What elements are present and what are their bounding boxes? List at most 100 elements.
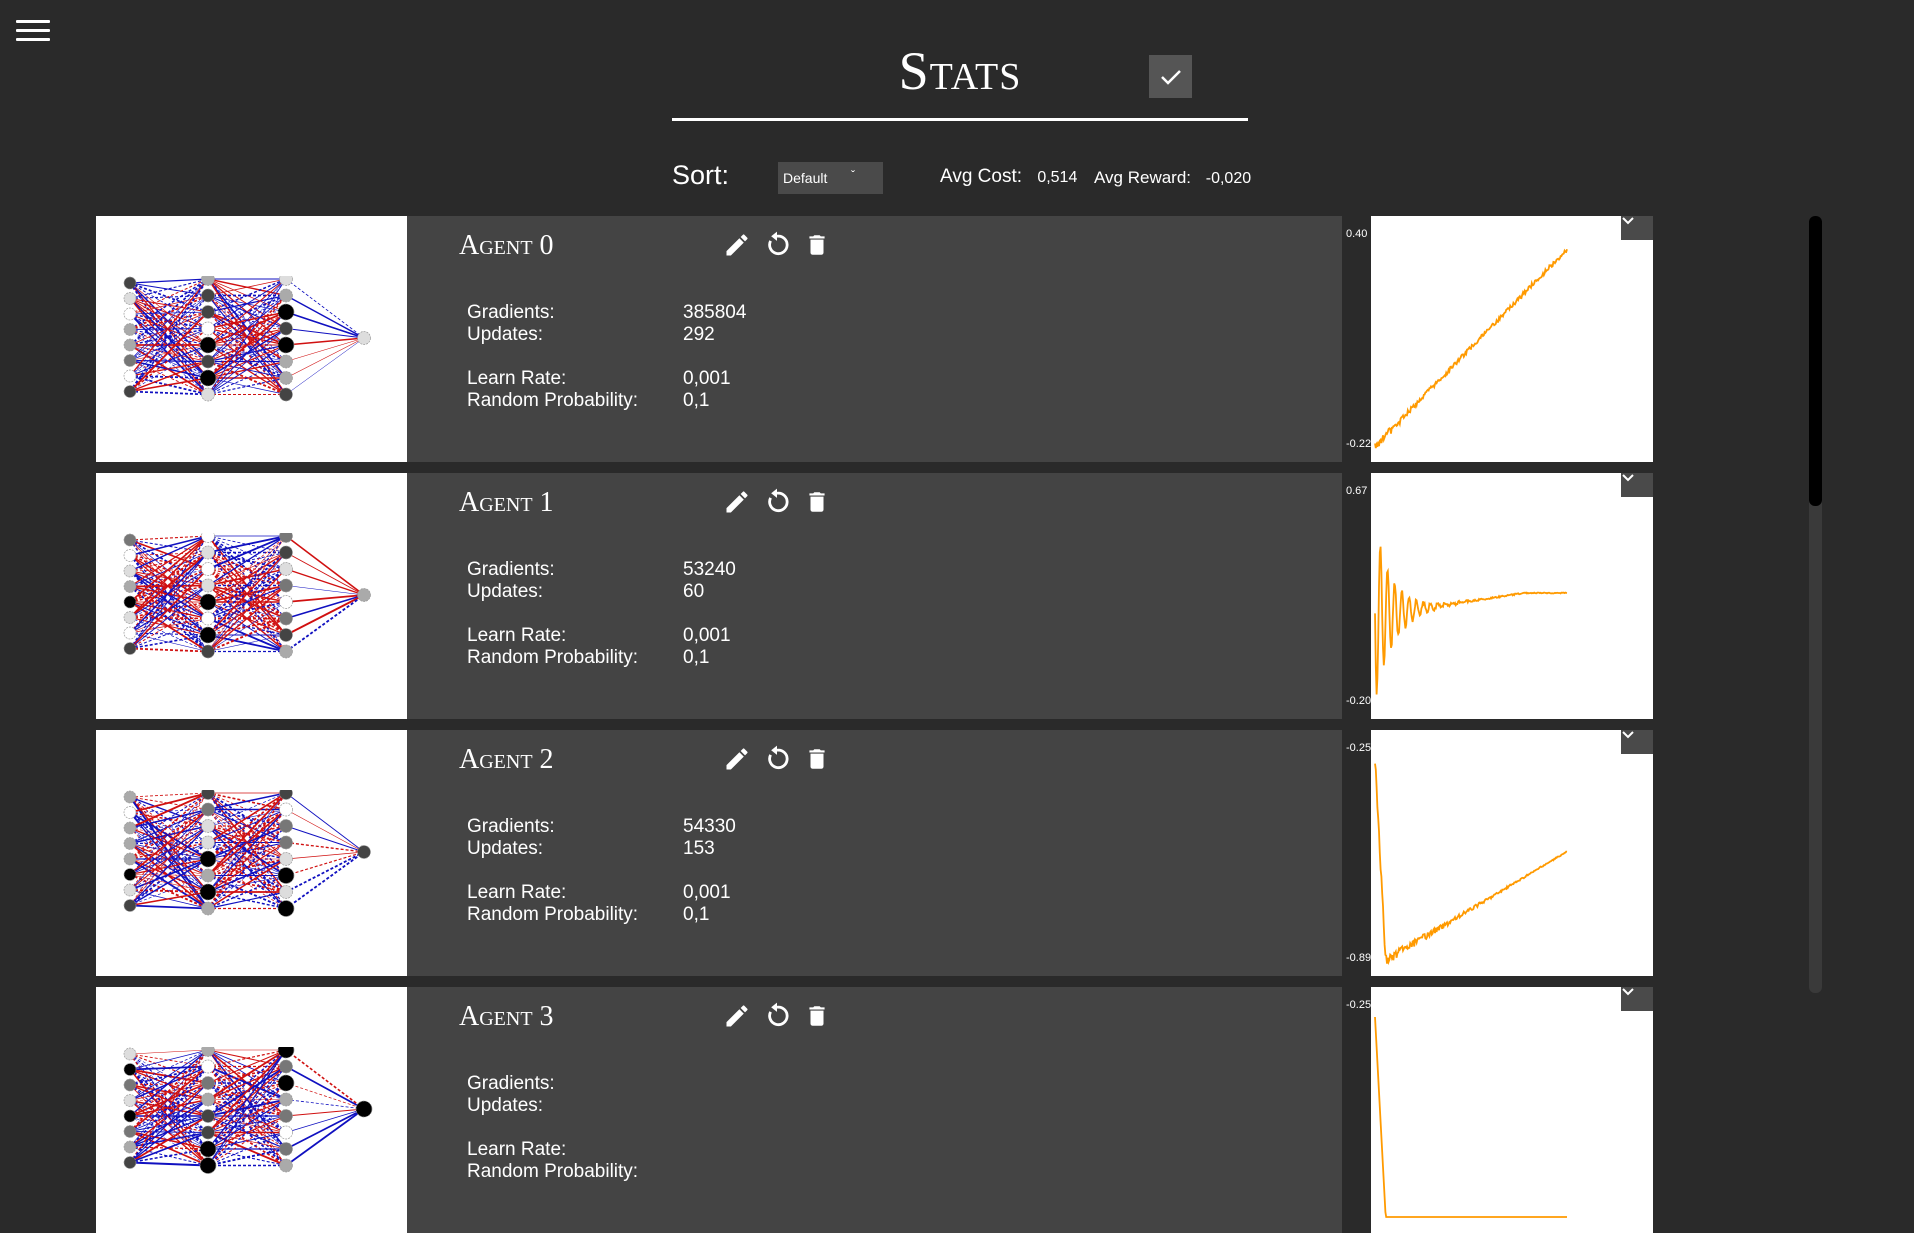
chevron-down-icon: ˇ	[851, 168, 855, 182]
network-node	[123, 369, 137, 383]
hamburger-menu-icon[interactable]	[16, 20, 50, 46]
network-node	[123, 1047, 137, 1061]
random-probability-label: Random Probability:	[467, 1161, 639, 1182]
updates-label: Updates:	[467, 581, 544, 602]
network-node	[277, 303, 295, 321]
checkmark-icon	[1160, 69, 1181, 85]
network-node	[357, 588, 371, 602]
network-edge	[129, 1161, 209, 1167]
network-node	[279, 595, 293, 609]
network-node	[279, 628, 293, 642]
network-node	[123, 626, 137, 640]
random-probability-label: Random Probability:	[467, 390, 639, 411]
network-edge	[285, 1065, 365, 1110]
gradients-label: Gradients:	[467, 1073, 555, 1094]
network-edge	[285, 568, 365, 596]
network-node	[123, 323, 137, 336]
network-node	[123, 385, 137, 398]
network-node	[277, 1074, 295, 1092]
trash-icon	[804, 231, 830, 264]
pencil-icon	[723, 231, 751, 264]
reset-button[interactable]	[761, 1001, 792, 1035]
network-node	[357, 331, 371, 345]
reset-button[interactable]	[761, 487, 792, 521]
edit-button[interactable]	[721, 1001, 752, 1035]
reward-line	[1374, 546, 1568, 695]
network-preview	[96, 216, 407, 462]
chevron-down-icon	[1622, 474, 1634, 482]
network-preview	[96, 730, 407, 976]
delete-button[interactable]	[801, 1001, 832, 1035]
reward-chart	[1371, 987, 1653, 1233]
network-edge	[129, 390, 209, 396]
network-node	[201, 868, 215, 883]
network-graph	[123, 276, 371, 402]
reset-button[interactable]	[761, 230, 792, 264]
sort-dropdown[interactable]: Default ˇ	[778, 162, 883, 194]
agent-name: Agent 1	[459, 487, 554, 518]
edit-button[interactable]	[721, 487, 752, 521]
network-node	[201, 321, 215, 336]
network-node	[123, 806, 137, 819]
gradients-value: 54330	[683, 816, 736, 837]
network-node	[279, 1158, 293, 1173]
learn-rate-value: 0,001	[683, 882, 731, 903]
updates-label: Updates:	[467, 838, 544, 859]
network-edge	[285, 825, 365, 853]
random-probability-label: Random Probability:	[467, 647, 639, 668]
network-node	[201, 644, 215, 659]
network-edge	[285, 594, 365, 653]
random-probability-label: Random Probability:	[467, 904, 639, 925]
network-node	[123, 1125, 137, 1138]
reward-plot	[1374, 248, 1568, 449]
delete-button[interactable]	[801, 487, 832, 521]
plot-dropdown-button[interactable]	[1621, 987, 1653, 1011]
network-node	[279, 644, 293, 659]
network-graph	[123, 533, 371, 659]
network-edge	[285, 841, 365, 853]
plot-dropdown-button[interactable]	[1621, 216, 1653, 240]
confirm-button[interactable]	[1149, 55, 1192, 98]
sort-value: Default	[783, 170, 828, 186]
network-node	[279, 354, 293, 369]
network-node	[123, 642, 137, 655]
reset-button[interactable]	[761, 744, 792, 778]
plot-dropdown-button[interactable]	[1621, 473, 1653, 497]
gradients-label: Gradients:	[467, 816, 555, 837]
network-edge	[285, 851, 365, 860]
network-node	[201, 819, 215, 833]
agent-row: Agent 1 Gradients: 53240 Updates: 60 Learn…	[96, 473, 1653, 719]
delete-button[interactable]	[801, 744, 832, 778]
network-node	[199, 883, 217, 901]
learn-rate-label: Learn Rate:	[467, 1139, 567, 1160]
plot-dropdown-button[interactable]	[1621, 730, 1653, 754]
network-edge	[285, 552, 365, 596]
network-node	[201, 578, 215, 593]
sort-label: Sort:	[672, 160, 730, 190]
edit-button[interactable]	[721, 744, 752, 778]
reward-chart	[1371, 730, 1653, 976]
network-node	[279, 611, 293, 626]
pencil-icon	[723, 1002, 751, 1035]
reward-chart	[1371, 216, 1653, 462]
network-node	[277, 336, 295, 354]
edit-button[interactable]	[721, 230, 752, 264]
agent-actions	[721, 487, 832, 521]
network-node	[279, 819, 293, 833]
network-node	[201, 562, 215, 576]
scrollbar-thumb[interactable]	[1809, 216, 1822, 506]
network-node	[199, 593, 217, 611]
plot-y-min: -0.89	[1346, 952, 1372, 964]
network-node	[201, 835, 215, 850]
network-node	[279, 578, 293, 593]
network-node	[123, 1063, 137, 1076]
agent-actions	[721, 1001, 832, 1035]
delete-button[interactable]	[801, 230, 832, 264]
network-node	[123, 580, 137, 593]
trash-icon	[804, 1002, 830, 1035]
network-node	[123, 276, 137, 290]
network-node	[123, 611, 137, 624]
scrollbar[interactable]	[1809, 216, 1822, 993]
network-node	[279, 835, 293, 850]
agent-info-panel: Agent 0 Gradients: 385804 Updates: 292 Lea…	[407, 216, 1342, 462]
